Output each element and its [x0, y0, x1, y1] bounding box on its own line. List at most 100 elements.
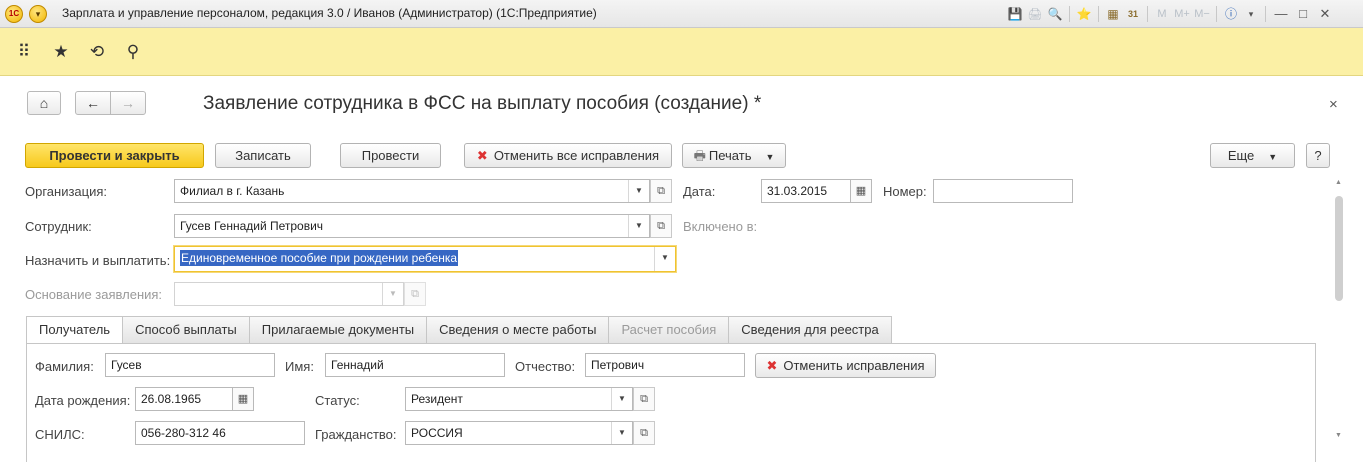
chevron-down-icon[interactable]: ▼: [611, 388, 632, 410]
tab-benefit-calculation[interactable]: Расчет пособия: [609, 316, 730, 344]
calendar-icon[interactable]: ▦: [850, 179, 872, 203]
chevron-down-icon[interactable]: ▼: [628, 180, 649, 202]
search-icon[interactable]: ⚲: [122, 41, 144, 63]
patronymic-field[interactable]: Петрович: [585, 353, 745, 377]
more-button[interactable]: Еще ▼: [1210, 143, 1295, 168]
print-icon[interactable]: 🖨: [1025, 5, 1045, 23]
open-citizenship-button[interactable]: ⧉: [633, 421, 655, 445]
organization-value: Филиал в г. Казань: [180, 184, 285, 198]
minimize-button[interactable]: —: [1270, 5, 1292, 23]
birth-date-label: Дата рождения:: [35, 393, 131, 408]
cancel-all-corrections-label: Отменить все исправления: [493, 148, 660, 163]
snils-field[interactable]: 056-280-312 46: [135, 421, 305, 445]
forward-button[interactable]: →: [110, 91, 146, 115]
open-organization-button[interactable]: ⧉: [650, 179, 672, 203]
scroll-down-icon[interactable]: ▼: [1335, 432, 1342, 439]
chevron-down-icon[interactable]: ▼: [611, 422, 632, 444]
tab-attached-documents[interactable]: Прилагаемые документы: [249, 316, 428, 344]
included-in-label: Включено в:: [683, 219, 758, 234]
date-field[interactable]: 31.03.2015: [761, 179, 851, 203]
window-title: Зарплата и управление персоналом, редакц…: [62, 6, 597, 20]
home-button[interactable]: ⌂: [27, 91, 61, 115]
memory-icon[interactable]: M: [1152, 5, 1172, 23]
cancel-all-corrections-button[interactable]: ✖ Отменить все исправления: [464, 143, 672, 168]
arrow-right-icon: →: [121, 95, 135, 111]
open-icon: ⧉: [411, 288, 419, 300]
citizenship-label: Гражданство:: [315, 427, 397, 442]
citizenship-field[interactable]: РОССИЯ ▼: [405, 421, 633, 445]
assign-and-pay-value: Единовременное пособие при рождении ребе…: [180, 250, 459, 266]
main-menu-icon[interactable]: ▾: [29, 5, 47, 23]
basis-label: Основание заявления:: [25, 287, 163, 302]
toolbar-separator: [1098, 6, 1099, 22]
favorites-icon[interactable]: ⭐: [1074, 5, 1094, 23]
save-icon[interactable]: 💾: [1005, 5, 1025, 23]
window-titlebar: 1С ▾ Зарплата и управление персоналом, р…: [0, 0, 1363, 28]
patronymic-label: Отчество:: [515, 359, 576, 374]
home-icon: ⌂: [39, 95, 49, 111]
back-button[interactable]: ←: [75, 91, 111, 115]
scrollbar-thumb[interactable]: [1335, 196, 1343, 301]
cancel-corrections-label: Отменить исправления: [783, 358, 925, 373]
toolbar-separator: [1147, 6, 1148, 22]
memory-add-icon[interactable]: M+: [1172, 5, 1192, 23]
history-icon[interactable]: ⟲: [86, 41, 108, 63]
memory-subtract-icon[interactable]: M−: [1192, 5, 1212, 23]
cancel-corrections-button[interactable]: ✖ Отменить исправления: [755, 353, 936, 378]
surname-field[interactable]: Гусев: [105, 353, 275, 377]
preview-icon[interactable]: 🔍: [1045, 5, 1065, 23]
post-button[interactable]: Провести: [340, 143, 441, 168]
tab-workplace-info[interactable]: Сведения о месте работы: [427, 316, 610, 344]
chevron-down-icon[interactable]: ▼: [628, 215, 649, 237]
info-icon[interactable]: ⓘ: [1221, 5, 1241, 23]
post-and-close-button[interactable]: Провести и закрыть: [25, 143, 204, 168]
number-field[interactable]: [933, 179, 1073, 203]
chevron-down-icon: ▼: [765, 152, 775, 162]
cancel-x-icon: ✖: [766, 358, 778, 373]
calculator-icon[interactable]: ▦: [1103, 5, 1123, 23]
print-button[interactable]: 🖶 Печать ▼: [682, 143, 786, 168]
open-icon: ⧉: [640, 427, 648, 439]
chevron-down-icon[interactable]: ▼: [654, 247, 675, 271]
apps-grid-icon[interactable]: ⠿: [13, 41, 35, 63]
section-panel: ⠿ ★ ⟲ ⚲: [0, 28, 1363, 76]
tab-payment-method[interactable]: Способ выплаты: [123, 316, 250, 344]
assign-and-pay-field[interactable]: Единовременное пособие при рождении ребе…: [174, 246, 676, 272]
maximize-button[interactable]: □: [1292, 5, 1314, 23]
star-icon[interactable]: ★: [50, 41, 72, 63]
employee-field[interactable]: Гусев Геннадий Петрович ▼: [174, 214, 650, 238]
open-status-button[interactable]: ⧉: [633, 387, 655, 411]
tab-registry-info[interactable]: Сведения для реестра: [729, 316, 892, 344]
status-label: Статус:: [315, 393, 360, 408]
employee-label: Сотрудник:: [25, 219, 92, 234]
surname-label: Фамилия:: [35, 359, 94, 374]
toolbar-separator: [1265, 6, 1266, 22]
chevron-down-icon[interactable]: ▼: [382, 283, 403, 305]
calendar-icon[interactable]: 31: [1123, 5, 1143, 23]
help-button[interactable]: ?: [1306, 143, 1330, 168]
organization-label: Организация:: [25, 184, 108, 199]
chevron-down-icon: ▼: [1268, 152, 1278, 162]
organization-field[interactable]: Филиал в г. Казань ▼: [174, 179, 650, 203]
close-window-button[interactable]: ✕: [1314, 5, 1336, 23]
snils-label: СНИЛС:: [35, 427, 85, 442]
date-label: Дата:: [683, 184, 716, 199]
open-employee-button[interactable]: ⧉: [650, 214, 672, 238]
scroll-up-icon[interactable]: ▲: [1335, 179, 1342, 186]
calendar-icon[interactable]: ▦: [232, 387, 254, 411]
tab-recipient[interactable]: Получатель: [26, 316, 124, 344]
chevron-down-icon[interactable]: ▾: [1241, 5, 1261, 23]
save-button[interactable]: Записать: [215, 143, 311, 168]
close-form-button[interactable]: ×: [1329, 96, 1338, 113]
1c-logo-icon[interactable]: 1С: [5, 5, 23, 23]
name-field[interactable]: Геннадий: [325, 353, 505, 377]
open-icon: ⧉: [657, 220, 665, 232]
cancel-x-icon: ✖: [476, 148, 488, 163]
toolbar-separator: [1216, 6, 1217, 22]
basis-field[interactable]: ▼: [174, 282, 404, 306]
document-form: ⌂ ← → Заявление сотрудника в ФСС на выпл…: [0, 77, 1363, 462]
open-basis-button[interactable]: ⧉: [404, 282, 426, 306]
birth-date-field[interactable]: 26.08.1965: [135, 387, 233, 411]
assign-and-pay-label: Назначить и выплатить:: [25, 253, 171, 268]
status-field[interactable]: Резидент ▼: [405, 387, 633, 411]
